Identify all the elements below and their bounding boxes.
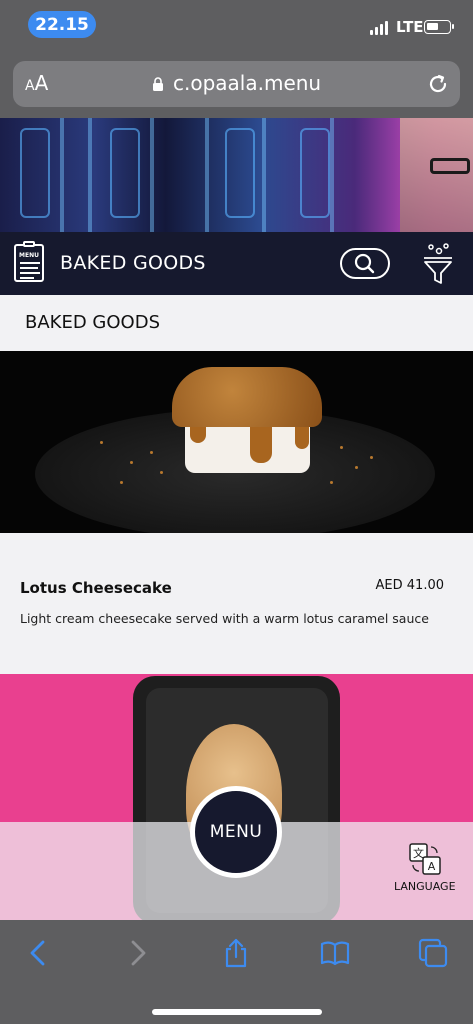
category-header: MENU BAKED GOODS xyxy=(0,232,473,295)
bookmarks-icon[interactable] xyxy=(320,938,350,968)
search-icon xyxy=(354,253,375,274)
forward-icon[interactable] xyxy=(122,938,152,968)
product-name: Lotus Cheesecake xyxy=(20,579,172,597)
lock-icon xyxy=(153,77,163,91)
back-icon[interactable] xyxy=(24,938,54,968)
signal-icon xyxy=(370,19,388,35)
share-icon[interactable] xyxy=(221,938,251,968)
section-title: BAKED GOODS xyxy=(25,312,160,333)
tabs-icon[interactable] xyxy=(418,938,448,968)
svg-text:文: 文 xyxy=(413,846,424,860)
url-text: c.opaala.menu xyxy=(173,71,322,95)
status-time: 22.15 xyxy=(28,11,96,38)
product-card[interactable]: Lotus Cheesecake AED 41.00 Light cream c… xyxy=(0,533,473,674)
menu-icon-label: MENU xyxy=(19,252,39,259)
svg-text:A: A xyxy=(428,860,436,873)
product-price: AED 41.00 xyxy=(375,578,444,593)
menu-card-icon[interactable]: MENU xyxy=(14,241,44,282)
language-label[interactable]: LANGUAGE xyxy=(394,880,456,893)
hero-banner-image xyxy=(0,118,473,232)
translate-icon[interactable]: 文 A xyxy=(408,842,442,876)
filter-icon[interactable] xyxy=(422,242,454,286)
section-heading: BAKED GOODS xyxy=(0,295,473,351)
product-description: Light cream cheesecake served with a war… xyxy=(20,611,429,626)
browser-toolbar xyxy=(0,920,473,1024)
text-size-button[interactable]: AA xyxy=(25,71,48,95)
header-title: BAKED GOODS xyxy=(60,252,206,274)
product-image[interactable] xyxy=(0,351,473,533)
home-indicator[interactable] xyxy=(152,1009,322,1015)
reload-icon[interactable] xyxy=(426,72,450,96)
status-bar: 22.15 LTE xyxy=(0,0,473,52)
browser-address-area: AA c.opaala.menu xyxy=(0,52,473,118)
menu-button[interactable]: MENU xyxy=(190,786,282,878)
search-button[interactable] xyxy=(340,248,390,279)
address-bar[interactable]: AA c.opaala.menu xyxy=(13,61,460,107)
network-type: LTE xyxy=(396,18,424,36)
battery-icon xyxy=(424,20,454,34)
